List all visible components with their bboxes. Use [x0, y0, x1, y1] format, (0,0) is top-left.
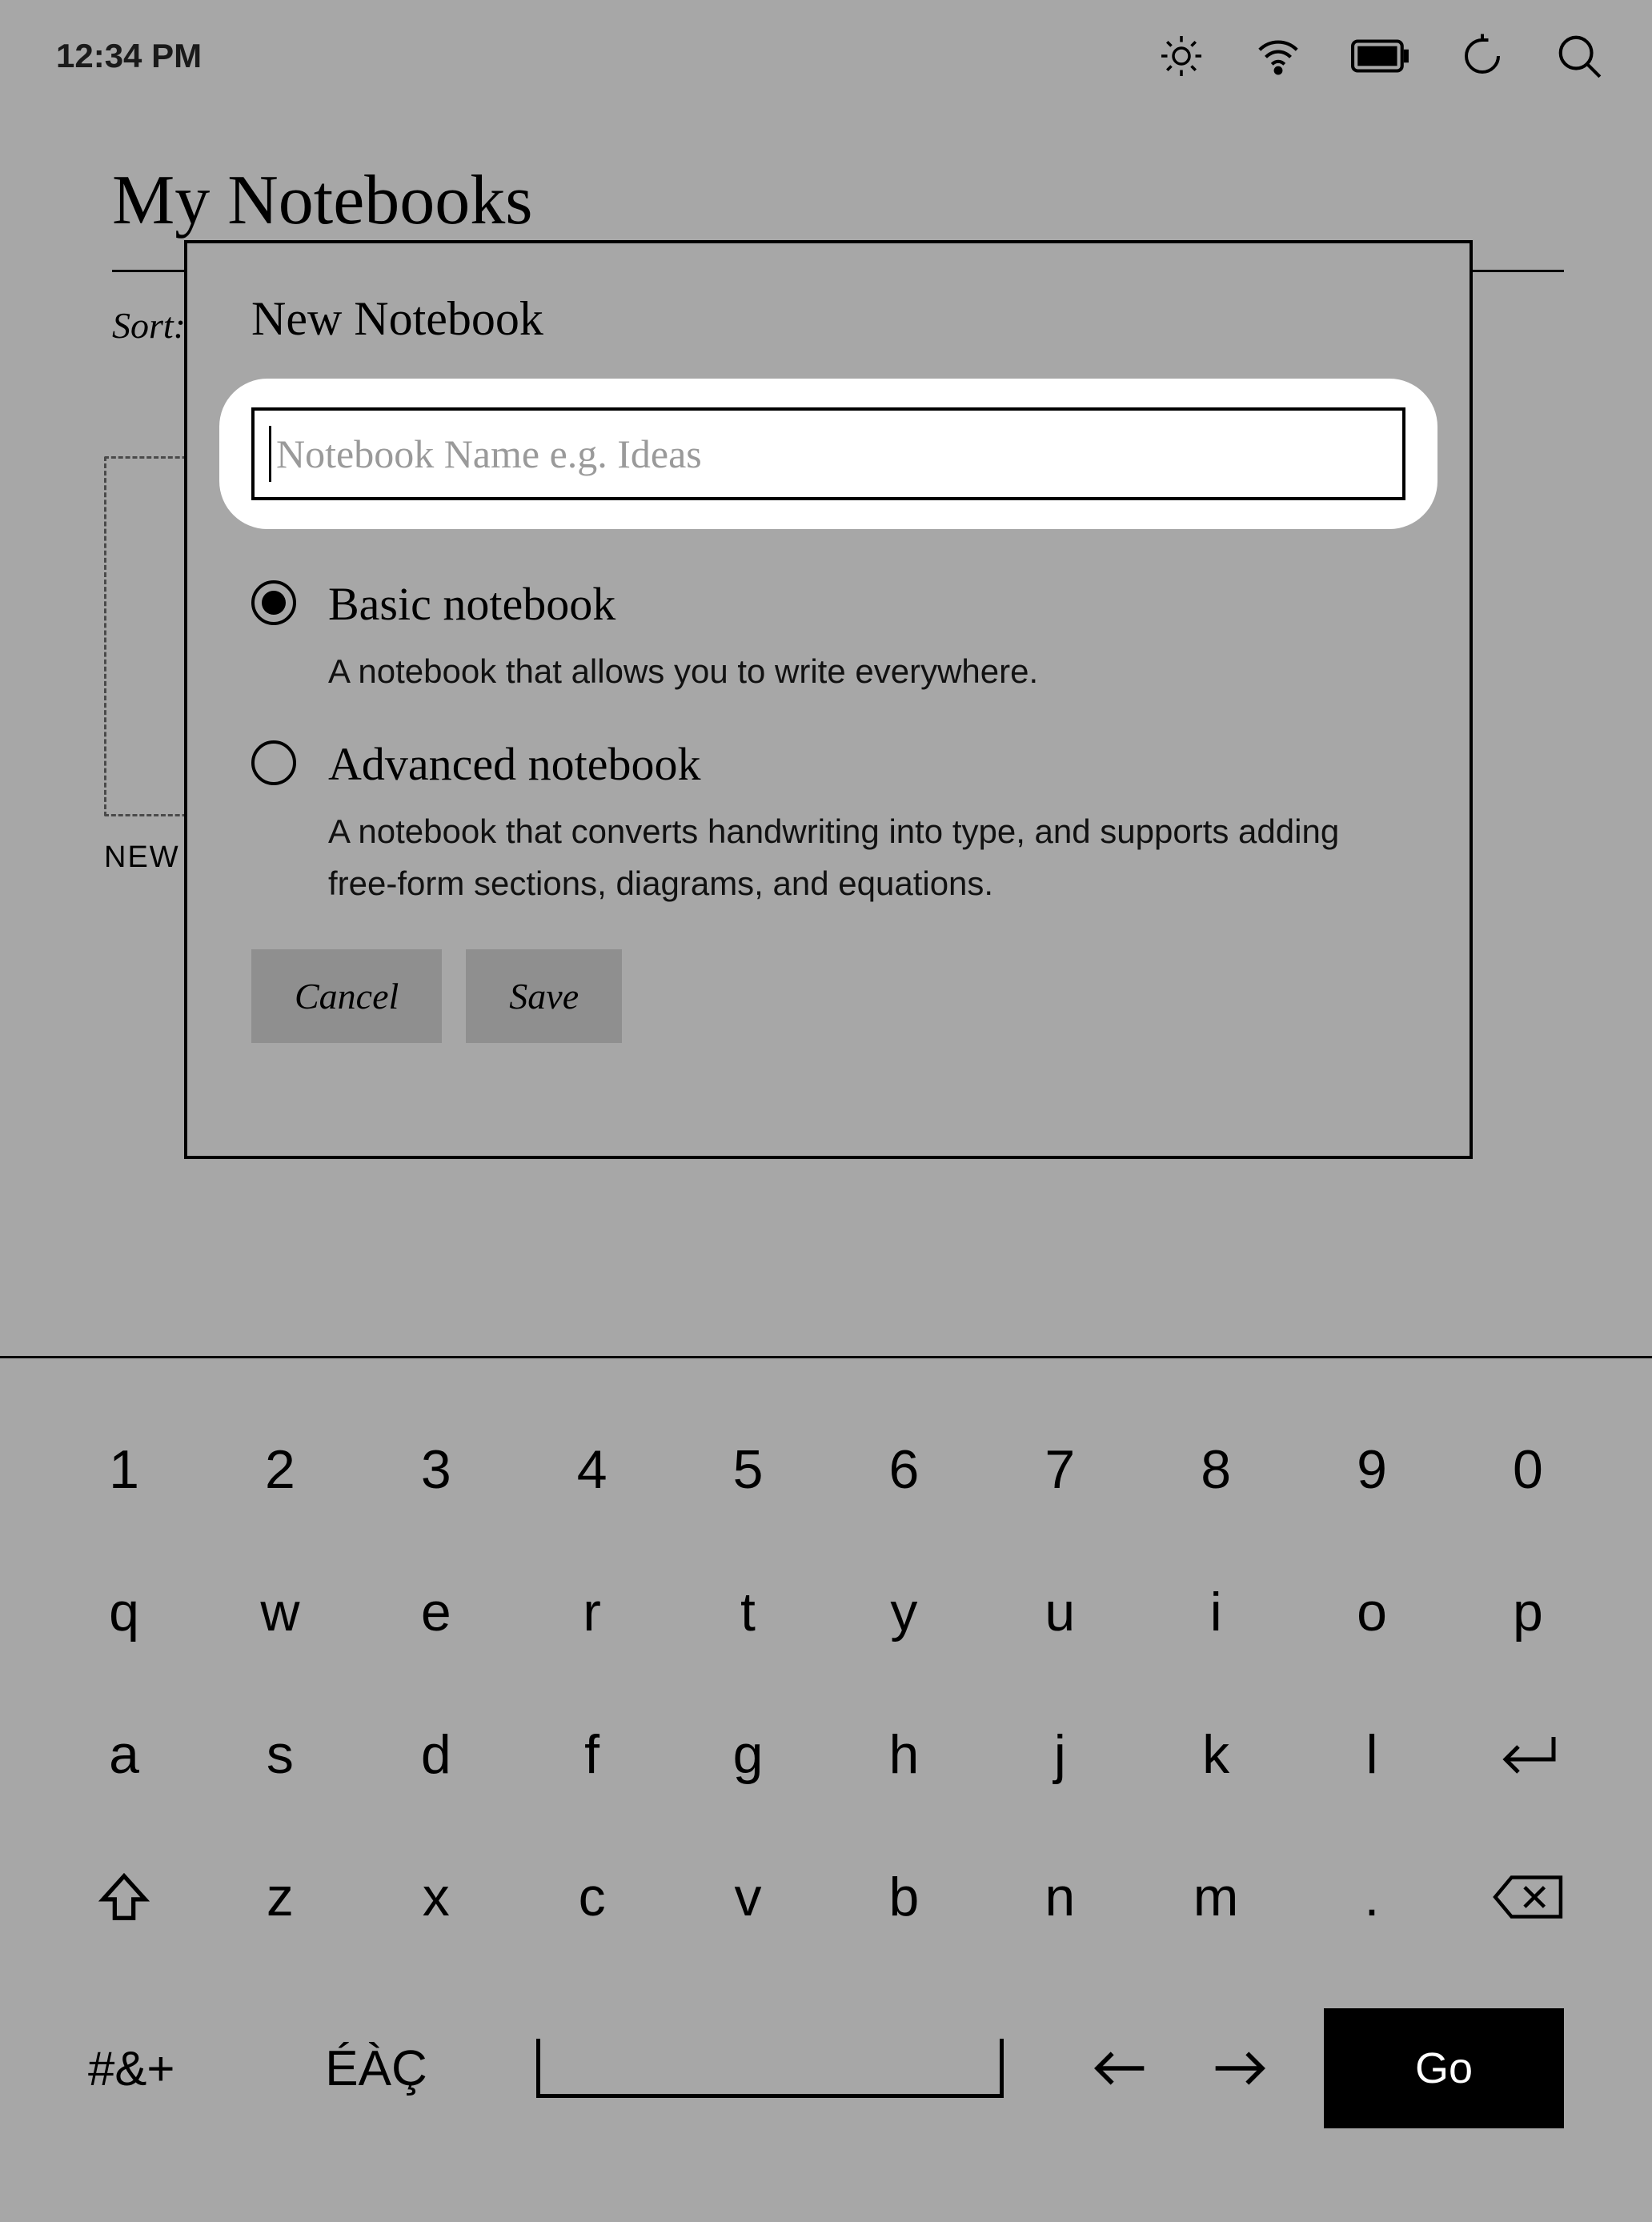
key-c[interactable]: c: [556, 1866, 628, 1928]
key-r[interactable]: r: [556, 1581, 628, 1643]
search-icon[interactable]: [1554, 31, 1604, 81]
key-m[interactable]: m: [1180, 1866, 1252, 1928]
option-basic-title: Basic notebook: [328, 577, 1038, 631]
radio-basic[interactable]: [251, 580, 296, 625]
input-highlight: Notebook Name e.g. Ideas: [219, 379, 1437, 529]
key-0[interactable]: 0: [1492, 1438, 1564, 1501]
key-enter[interactable]: [1492, 1731, 1564, 1779]
key-symbols[interactable]: #&+: [88, 2041, 248, 2096]
status-bar: 12:34 PM: [0, 0, 1652, 112]
key-h[interactable]: h: [868, 1723, 940, 1786]
notebook-type-options: Basic notebook A notebook that allows yo…: [251, 577, 1405, 909]
brightness-icon[interactable]: [1157, 32, 1205, 80]
option-basic[interactable]: Basic notebook A notebook that allows yo…: [251, 577, 1405, 697]
key-v[interactable]: v: [712, 1866, 784, 1928]
notebook-name-input[interactable]: Notebook Name e.g. Ideas: [251, 407, 1405, 500]
key-i[interactable]: i: [1180, 1581, 1252, 1643]
text-caret: [269, 426, 271, 482]
keyboard-row-2: q w e r t y u i o p: [88, 1581, 1564, 1643]
onscreen-keyboard: 1 2 3 4 5 6 7 8 9 0 q w e r t y u i o p …: [0, 1356, 1652, 2222]
new-notebook-dialog: New Notebook Notebook Name e.g. Ideas Ba…: [184, 240, 1473, 1159]
key-j[interactable]: j: [1024, 1723, 1096, 1786]
keyboard-row-5: #&+ ÉÀÇ Go: [88, 2008, 1564, 2128]
option-advanced[interactable]: Advanced notebook A notebook that conver…: [251, 737, 1405, 909]
key-q[interactable]: q: [88, 1581, 160, 1643]
key-7[interactable]: 7: [1024, 1438, 1096, 1501]
wifi-icon[interactable]: [1253, 31, 1303, 81]
option-basic-desc: A notebook that allows you to write ever…: [328, 645, 1038, 697]
sync-icon[interactable]: [1458, 32, 1506, 80]
battery-icon[interactable]: [1351, 38, 1410, 74]
key-s[interactable]: s: [244, 1723, 316, 1786]
key-3[interactable]: 3: [400, 1438, 472, 1501]
key-backspace[interactable]: [1492, 1874, 1564, 1920]
input-placeholder: Notebook Name e.g. Ideas: [276, 431, 702, 477]
keyboard-row-1: 1 2 3 4 5 6 7 8 9 0: [88, 1438, 1564, 1501]
new-notebook-label: NEW: [104, 840, 180, 875]
status-time: 12:34 PM: [56, 37, 202, 75]
key-accents[interactable]: ÉÀÇ: [296, 2040, 456, 2097]
key-a[interactable]: a: [88, 1723, 160, 1786]
key-space[interactable]: [536, 2039, 1004, 2098]
option-advanced-desc: A notebook that converts handwriting int…: [328, 805, 1369, 909]
key-y[interactable]: y: [868, 1581, 940, 1643]
keyboard-row-3: a s d f g h j k l: [88, 1723, 1564, 1786]
key-o[interactable]: o: [1336, 1581, 1408, 1643]
key-go[interactable]: Go: [1324, 2008, 1564, 2128]
save-button[interactable]: Save: [466, 949, 622, 1043]
key-arrow-left[interactable]: [1084, 2048, 1156, 2088]
key-u[interactable]: u: [1024, 1581, 1096, 1643]
keyboard-row-4: z x c v b n m .: [88, 1866, 1564, 1928]
key-d[interactable]: d: [400, 1723, 472, 1786]
key-e[interactable]: e: [400, 1581, 472, 1643]
key-period[interactable]: .: [1336, 1866, 1408, 1928]
key-8[interactable]: 8: [1180, 1438, 1252, 1501]
key-w[interactable]: w: [244, 1581, 316, 1643]
key-arrow-right[interactable]: [1204, 2048, 1276, 2088]
key-2[interactable]: 2: [244, 1438, 316, 1501]
key-1[interactable]: 1: [88, 1438, 160, 1501]
key-6[interactable]: 6: [868, 1438, 940, 1501]
key-g[interactable]: g: [712, 1723, 784, 1786]
key-f[interactable]: f: [556, 1723, 628, 1786]
key-9[interactable]: 9: [1336, 1438, 1408, 1501]
key-p[interactable]: p: [1492, 1581, 1564, 1643]
key-b[interactable]: b: [868, 1866, 940, 1928]
cancel-button[interactable]: Cancel: [251, 949, 442, 1043]
status-icons: [1157, 31, 1604, 81]
key-4[interactable]: 4: [556, 1438, 628, 1501]
dialog-buttons: Cancel Save: [251, 949, 1470, 1043]
dialog-title: New Notebook: [251, 291, 1470, 347]
key-k[interactable]: k: [1180, 1723, 1252, 1786]
key-t[interactable]: t: [712, 1581, 784, 1643]
key-n[interactable]: n: [1024, 1866, 1096, 1928]
key-z[interactable]: z: [244, 1866, 316, 1928]
option-advanced-title: Advanced notebook: [328, 737, 1369, 791]
key-shift[interactable]: [88, 1869, 160, 1925]
key-x[interactable]: x: [400, 1866, 472, 1928]
key-5[interactable]: 5: [712, 1438, 784, 1501]
key-l[interactable]: l: [1336, 1723, 1408, 1786]
radio-advanced[interactable]: [251, 740, 296, 785]
